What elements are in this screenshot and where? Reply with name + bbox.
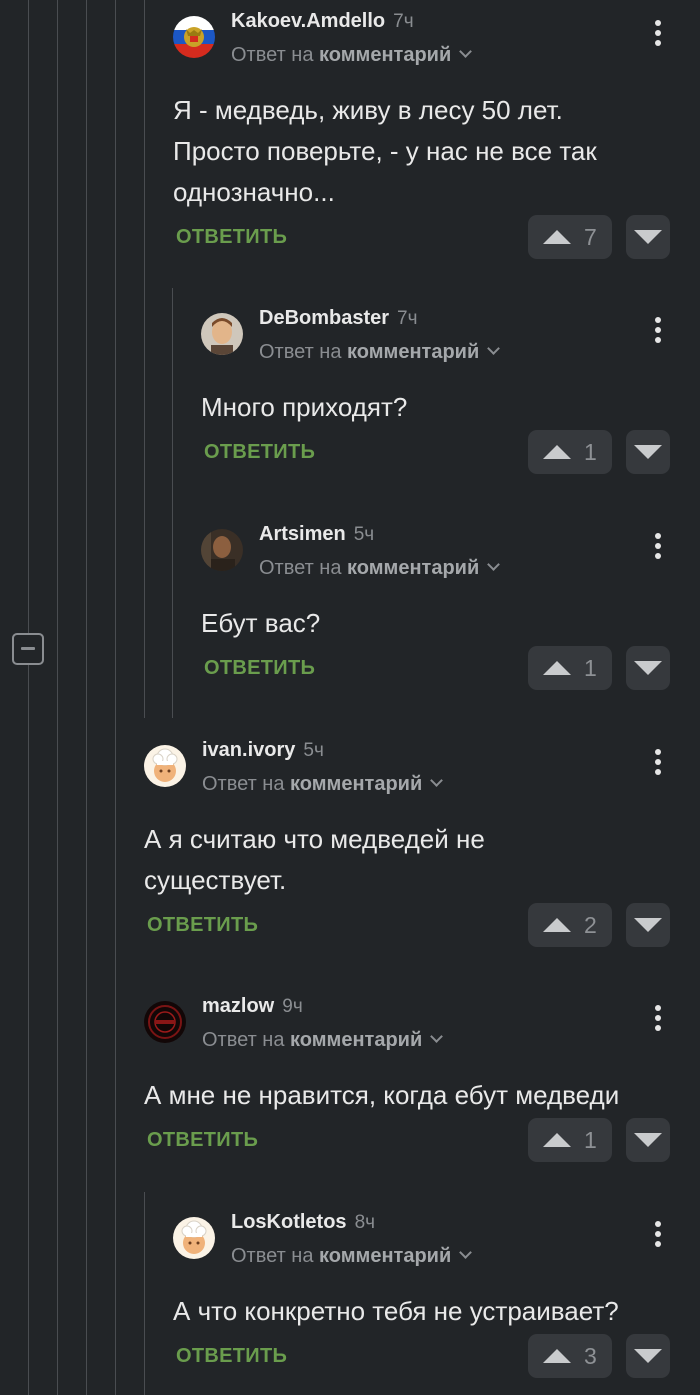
username[interactable]: Artsimen 5ч (259, 523, 374, 546)
username[interactable]: Kakoev.Amdello 7ч (231, 10, 414, 33)
arrow-up-icon (543, 230, 571, 244)
arrow-down-icon (634, 230, 662, 244)
vote-count: 1 (584, 655, 597, 681)
more-options-icon[interactable] (646, 317, 670, 351)
chef-avatar[interactable] (144, 745, 186, 787)
comment-time: 5ч (303, 740, 324, 761)
username[interactable]: DeBombaster 7ч (259, 307, 418, 330)
thread-line (172, 288, 173, 718)
more-options-icon[interactable] (646, 20, 670, 54)
more-options-icon[interactable] (646, 749, 670, 783)
upvote-button[interactable]: 1 (528, 430, 612, 474)
more-options-icon[interactable] (646, 1221, 670, 1255)
upvote-button[interactable]: 1 (528, 1118, 612, 1162)
chevron-down-icon[interactable] (430, 774, 444, 787)
comment: mazlow 9ч Ответ на комментарий А мне не н… (144, 995, 670, 1171)
reply-button[interactable]: ОТВЕТИТЬ (147, 1129, 258, 1152)
reply-to-line[interactable]: Ответ на комментарий (231, 44, 473, 67)
chevron-down-icon[interactable] (487, 342, 501, 355)
reply-to-line[interactable]: Ответ на комментарий (259, 341, 501, 364)
thread-line (28, 665, 29, 1395)
username[interactable]: mazlow 9ч (202, 995, 303, 1018)
comment: ivan.ivory 5ч Ответ на комментарий А я сч… (144, 739, 670, 965)
comment-text: Много приходят? (201, 392, 408, 422)
reply-to-line[interactable]: Ответ на комментарий (259, 557, 501, 580)
comment: DeBombaster 7ч Ответ на комментарий Много… (201, 307, 670, 483)
upvote-button[interactable]: 2 (528, 903, 612, 947)
arrow-down-icon (634, 1349, 662, 1363)
arrow-up-icon (543, 1133, 571, 1147)
dark-emblem-avatar[interactable] (144, 1001, 186, 1043)
comment-time: 9ч (282, 996, 303, 1017)
cartoon-man-avatar[interactable] (201, 313, 243, 355)
upvote-button[interactable]: 1 (528, 646, 612, 690)
reply-to-line[interactable]: Ответ на комментарий (202, 773, 444, 796)
arrow-up-icon (543, 661, 571, 675)
reply-button[interactable]: ОТВЕТИТЬ (204, 657, 315, 680)
chevron-down-icon[interactable] (459, 1246, 473, 1259)
collapse-thread-button[interactable] (12, 633, 44, 665)
vote-count: 1 (584, 1127, 597, 1153)
thread-line (144, 1192, 145, 1395)
photo-avatar[interactable] (201, 529, 243, 571)
more-options-icon[interactable] (646, 533, 670, 567)
vote-count: 3 (584, 1343, 597, 1369)
comment-text: А мне не нравится, когда ебут медведи (144, 1080, 620, 1110)
arrow-down-icon (634, 1133, 662, 1147)
reply-button[interactable]: ОТВЕТИТЬ (176, 1345, 287, 1368)
chef-avatar[interactable] (173, 1217, 215, 1259)
arrow-down-icon (634, 661, 662, 675)
vote-count: 7 (584, 224, 597, 250)
arrow-down-icon (634, 445, 662, 459)
comment-text: А что конкретно тебя не устраивает? (173, 1296, 619, 1326)
reply-to-line[interactable]: Ответ на комментарий (231, 1245, 473, 1268)
vote-count: 1 (584, 439, 597, 465)
thread-line (86, 0, 87, 1395)
chevron-down-icon[interactable] (430, 1030, 444, 1043)
arrow-up-icon (543, 445, 571, 459)
downvote-button[interactable] (626, 1334, 670, 1378)
reply-button[interactable]: ОТВЕТИТЬ (147, 914, 258, 937)
comment-time: 8ч (354, 1212, 376, 1233)
comment: Artsimen 5ч Ответ на комментарий Ебут вас… (201, 523, 670, 699)
comment-text: А я считаю что медведей не существует. (144, 824, 485, 895)
chevron-down-icon[interactable] (487, 558, 501, 571)
thread-line (144, 0, 145, 718)
comment-text: Ебут вас? (201, 608, 321, 638)
thread-line (57, 0, 58, 1395)
comment-time: 7ч (393, 11, 414, 32)
comment-thread: Kakoev.Amdello 7ч Ответ на комментарий Я … (0, 0, 700, 1395)
comment-text: Я - медведь, живу в лесу 50 лет. Просто … (173, 95, 597, 207)
comment: Kakoev.Amdello 7ч Ответ на комментарий Я … (173, 10, 670, 266)
arrow-down-icon (634, 918, 662, 932)
thread-line (28, 0, 29, 633)
upvote-button[interactable]: 7 (528, 215, 612, 259)
downvote-button[interactable] (626, 903, 670, 947)
username[interactable]: ivan.ivory 5ч (202, 739, 324, 762)
more-options-icon[interactable] (646, 1005, 670, 1039)
username[interactable]: LosKotletos 8ч (231, 1211, 375, 1234)
thread-line (115, 0, 116, 1395)
arrow-up-icon (543, 1349, 571, 1363)
comment: LosKotletos 8ч Ответ на комментарий А что… (173, 1211, 670, 1387)
comment-time: 5ч (353, 524, 375, 545)
reply-button[interactable]: ОТВЕТИТЬ (176, 226, 287, 249)
comment-time: 7ч (397, 308, 418, 329)
reply-button[interactable]: ОТВЕТИТЬ (204, 441, 315, 464)
downvote-button[interactable] (626, 646, 670, 690)
upvote-button[interactable]: 3 (528, 1334, 612, 1378)
downvote-button[interactable] (626, 215, 670, 259)
downvote-button[interactable] (626, 1118, 670, 1162)
downvote-button[interactable] (626, 430, 670, 474)
vote-count: 2 (584, 912, 597, 938)
coat-of-arms-avatar[interactable] (173, 16, 215, 58)
arrow-up-icon (543, 918, 571, 932)
chevron-down-icon[interactable] (459, 45, 473, 58)
reply-to-line[interactable]: Ответ на комментарий (202, 1029, 444, 1052)
